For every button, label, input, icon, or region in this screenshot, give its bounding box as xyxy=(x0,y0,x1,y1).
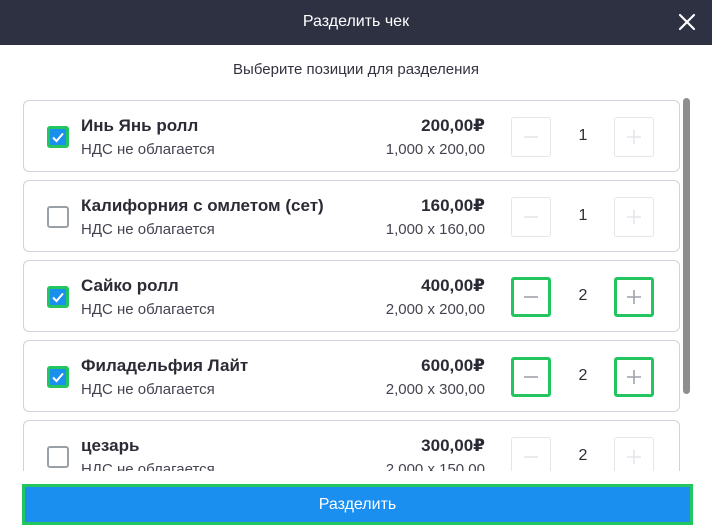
item-calc: 1,000 x 200,00 xyxy=(385,141,485,158)
minus-icon xyxy=(524,216,538,218)
item-checkbox[interactable] xyxy=(47,206,69,228)
minus-icon xyxy=(524,376,538,378)
item-price: 600,00₽ xyxy=(421,356,485,375)
item-name: цезарь xyxy=(81,436,140,455)
item-calc: 2,000 x 200,00 xyxy=(385,301,485,318)
list-item: Калифорния с омлетом (сет) НДС не облага… xyxy=(23,180,680,252)
increase-button[interactable] xyxy=(614,277,654,317)
plus-icon xyxy=(627,210,641,224)
item-quantity: 2 xyxy=(578,367,588,384)
item-calc: 2,000 x 150,00 xyxy=(385,461,485,471)
item-price: 200,00₽ xyxy=(421,116,485,135)
item-name: Калифорния с омлетом (сет) xyxy=(81,196,324,215)
list-item: Сайко ролл НДС не облагается 400,00₽ 2,0… xyxy=(23,260,680,332)
item-checkbox[interactable] xyxy=(47,366,69,388)
item-vat: НДС не облагается xyxy=(81,221,215,238)
list-item: Филадельфия Лайт НДС не облагается 600,0… xyxy=(23,340,680,412)
item-vat: НДС не облагается xyxy=(81,381,215,398)
item-vat: НДС не облагается xyxy=(81,141,215,158)
item-quantity: 2 xyxy=(578,447,588,464)
item-checkbox[interactable] xyxy=(47,446,69,468)
item-price: 300,00₽ xyxy=(421,436,485,455)
plus-icon xyxy=(627,450,641,464)
item-checkbox[interactable] xyxy=(47,126,69,148)
decrease-button[interactable] xyxy=(511,117,551,157)
increase-button[interactable] xyxy=(614,117,654,157)
item-quantity: 1 xyxy=(578,127,588,144)
list-item: цезарь НДС не облагается 300,00₽ 2,000 x… xyxy=(23,420,680,471)
minus-icon xyxy=(524,136,538,138)
items-list[interactable]: Инь Янь ролл НДС не облагается 200,00₽ 1… xyxy=(0,92,712,471)
decrease-button[interactable] xyxy=(511,437,551,471)
item-checkbox[interactable] xyxy=(47,286,69,308)
minus-icon xyxy=(524,296,538,298)
decrease-button[interactable] xyxy=(511,197,551,237)
decrease-button[interactable] xyxy=(511,277,551,317)
item-price: 160,00₽ xyxy=(421,196,485,215)
instruction-text: Выберите позиции для разделения xyxy=(233,61,479,78)
item-name: Филадельфия Лайт xyxy=(81,356,249,375)
plus-icon xyxy=(627,290,641,304)
scrollbar-thumb[interactable] xyxy=(683,98,690,394)
item-vat: НДС не облагается xyxy=(81,461,215,471)
item-quantity: 2 xyxy=(578,287,588,304)
item-calc: 2,000 x 300,00 xyxy=(385,381,485,398)
split-button[interactable]: Разделить xyxy=(22,484,693,525)
increase-button[interactable] xyxy=(614,197,654,237)
item-calc: 1,000 x 160,00 xyxy=(385,221,485,238)
plus-icon xyxy=(627,130,641,144)
item-name: Инь Янь ролл xyxy=(81,116,199,135)
plus-icon xyxy=(627,370,641,384)
modal-header: Разделить чек xyxy=(0,0,712,45)
item-quantity: 1 xyxy=(578,207,588,224)
minus-icon xyxy=(524,456,538,458)
increase-button[interactable] xyxy=(614,357,654,397)
increase-button[interactable] xyxy=(614,437,654,471)
close-icon[interactable] xyxy=(676,11,698,33)
item-price: 400,00₽ xyxy=(421,276,485,295)
decrease-button[interactable] xyxy=(511,357,551,397)
list-item: Инь Янь ролл НДС не облагается 200,00₽ 1… xyxy=(23,100,680,172)
item-name: Сайко ролл xyxy=(81,276,179,295)
modal-title: Разделить чек xyxy=(302,13,410,30)
item-vat: НДС не облагается xyxy=(81,301,215,318)
